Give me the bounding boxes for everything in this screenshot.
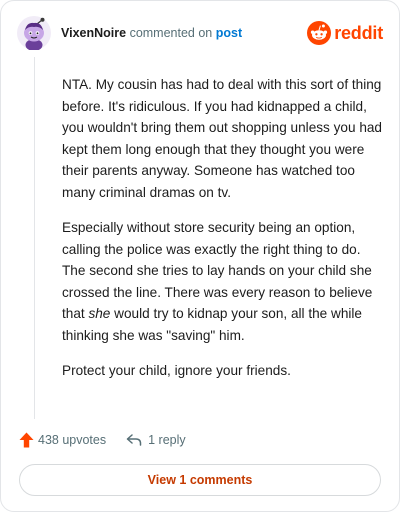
username[interactable]: VixenNoire [61,26,126,40]
comment-body: NTA. My cousin has had to deal with this… [62,74,383,396]
reply-button[interactable]: 1 reply [126,433,186,447]
comment-meta: VixenNoire commented on post [61,25,242,41]
thread-line[interactable] [34,57,35,419]
comment-paragraph: Protect your child, ignore your friends. [62,363,291,378]
user-avatar[interactable] [17,16,51,50]
reply-arrow-icon [126,434,142,446]
post-link[interactable]: post [216,26,242,40]
comment-header: VixenNoire commented on post reddit [17,15,383,51]
comment-card: VixenNoire commented on post reddit NTA.… [0,0,400,512]
upvote-arrow-icon [19,432,34,448]
reddit-logo[interactable]: reddit [307,21,383,45]
reddit-wordmark: reddit [334,22,383,43]
view-comments-button[interactable]: View 1 comments [19,464,381,496]
comment-paragraph: NTA. My cousin has had to deal with this… [62,77,382,200]
emphasis-text: she [88,306,111,321]
comment-paragraph: Especially without store security being … [62,217,383,346]
upvote-count: 438 upvotes [38,433,107,447]
reddit-snoo-icon [307,21,332,45]
commented-on-text: commented on [129,26,213,40]
upvote-button[interactable]: 438 upvotes [19,432,106,448]
reply-count: 1 reply [148,433,186,447]
comment-actions: 438 upvotes 1 reply [19,429,186,451]
